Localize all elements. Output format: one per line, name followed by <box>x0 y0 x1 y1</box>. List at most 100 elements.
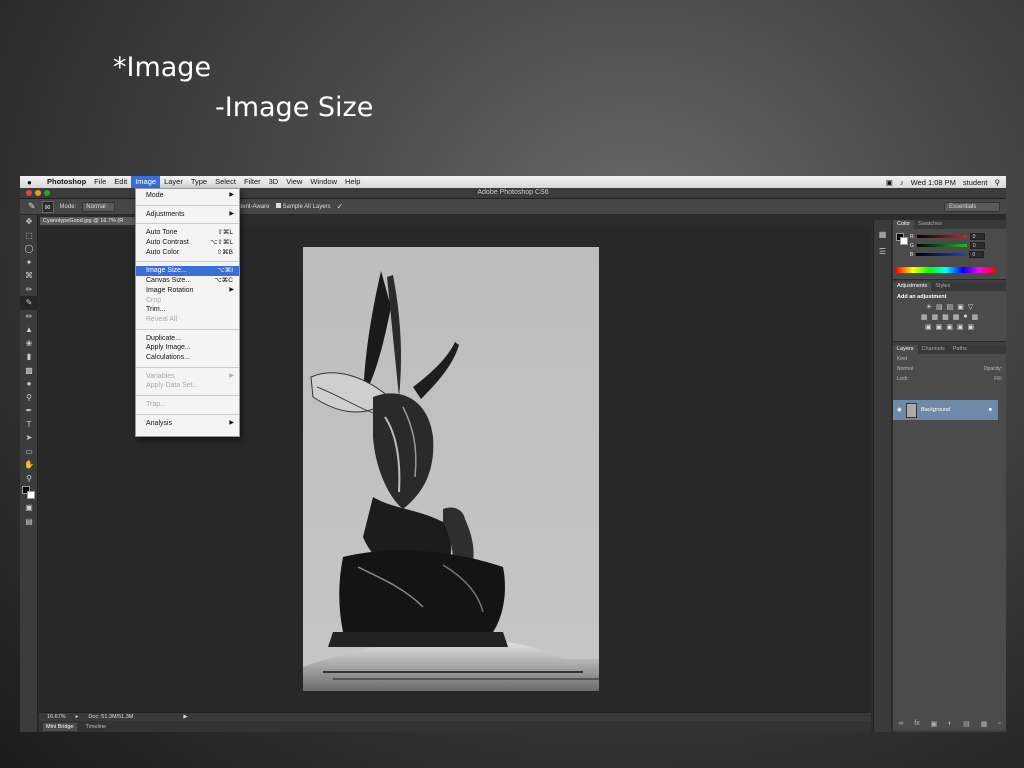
menu-select[interactable]: Select <box>211 176 240 188</box>
history-brush-tool-icon[interactable]: ❀ <box>20 337 38 351</box>
tab-adjustments[interactable]: Adjustments <box>893 282 932 291</box>
hand-tool-icon[interactable]: ✋ <box>20 458 38 472</box>
volume-icon[interactable]: ♪ <box>900 178 904 187</box>
marquee-tool-icon[interactable]: ⬚ <box>20 229 38 243</box>
apple-icon[interactable]: ● <box>27 178 39 187</box>
invert-icon[interactable]: ▣ <box>925 323 932 331</box>
move-tool-icon[interactable]: ✥ <box>20 215 38 229</box>
quick-mask-icon[interactable]: ▣ <box>20 501 38 515</box>
screen-mode-icon[interactable]: ▤ <box>20 515 38 529</box>
menu-item-image-size[interactable]: Image Size... ⌥⌘I <box>136 266 239 277</box>
share-icon[interactable]: ▸ <box>76 714 79 720</box>
statue-photo[interactable] <box>303 247 599 691</box>
menu-item-mode[interactable]: Mode ▶ <box>136 191 239 201</box>
curves-icon[interactable]: ▤ <box>947 303 954 311</box>
menu-item-duplicate[interactable]: Duplicate... <box>136 334 239 344</box>
tab-color[interactable]: Color <box>893 220 915 229</box>
channel-bar[interactable] <box>916 244 967 247</box>
menu-photoshop[interactable]: Photoshop <box>43 176 90 188</box>
eye-visibility-icon[interactable]: ◉ <box>897 407 902 413</box>
new-adjustment-icon[interactable]: ◐ <box>948 720 952 728</box>
slider-red[interactable]: R0 <box>893 232 1006 241</box>
workspace-select[interactable]: Essentials <box>944 202 1000 212</box>
zoom-level[interactable]: 16.67% <box>47 714 66 720</box>
threshold-icon[interactable]: ▣ <box>946 323 953 331</box>
menu-item-adjustments[interactable]: Adjustments ▶ <box>136 210 239 220</box>
channel-mixer-icon[interactable]: ▦ <box>972 313 979 321</box>
black-white-icon[interactable]: ▦ <box>953 313 960 321</box>
menu-layer[interactable]: Layer <box>160 176 187 188</box>
menu-3d[interactable]: 3D <box>265 176 283 188</box>
mode-select[interactable]: Normal <box>82 201 115 212</box>
menu-image[interactable]: Image <box>131 176 161 188</box>
menu-item-auto-contrast[interactable]: Auto Contrast ⌥⇧⌘L <box>136 238 239 248</box>
spotlight-search-icon[interactable]: ⚲ <box>995 178 1001 187</box>
channel-bar[interactable] <box>916 253 967 256</box>
spot-healing-brush-tool-icon[interactable]: ✎ <box>20 296 38 310</box>
tab-channels[interactable]: Channels <box>918 345 949 354</box>
color-balance-icon[interactable]: ▦ <box>942 313 949 321</box>
blend-mode-select[interactable]: Normal <box>897 366 913 372</box>
tab-paths[interactable]: Paths <box>949 345 971 354</box>
slider-blue[interactable]: B0 <box>893 250 1006 259</box>
menu-file[interactable]: File <box>90 176 110 188</box>
channel-value[interactable]: 0 <box>969 233 985 240</box>
brush-tool-icon[interactable]: ✏ <box>20 310 38 324</box>
background-color-chip[interactable] <box>900 237 908 245</box>
eyedropper-tool-icon[interactable]: ✏ <box>20 283 38 297</box>
tab-swatches[interactable]: Swatches <box>914 220 946 229</box>
slider-green[interactable]: G0 <box>893 241 1006 250</box>
fx-icon[interactable]: fx <box>914 720 919 728</box>
posterize-icon[interactable]: ▣ <box>936 323 943 331</box>
channel-value[interactable]: 0 <box>969 242 985 249</box>
menu-type[interactable]: Type <box>187 176 211 188</box>
clock[interactable]: Wed 1:08 PM <box>911 178 956 187</box>
trash-icon[interactable]: ▫ <box>998 720 1000 728</box>
eraser-tool-icon[interactable]: ▮ <box>20 350 38 364</box>
new-group-icon[interactable]: ▤ <box>963 720 970 728</box>
properties-panel-icon[interactable]: ☰ <box>879 247 886 256</box>
menu-item-calculations[interactable]: Calculations... <box>136 353 239 363</box>
display-icon[interactable]: ▣ <box>886 178 893 187</box>
photo-filter-icon[interactable]: ● <box>963 313 967 321</box>
pressure-size-icon[interactable]: ✓ <box>337 202 344 211</box>
blur-tool-icon[interactable]: ● <box>20 377 38 391</box>
gradient-tool-icon[interactable]: ▩ <box>20 364 38 378</box>
sample-all-layers-option[interactable]: Sample All Layers <box>275 203 331 210</box>
menu-item-canvas-size[interactable]: Canvas Size... ⌥⌘C <box>136 276 239 286</box>
user-name[interactable]: student <box>963 178 988 187</box>
type-tool-icon[interactable]: T <box>20 418 38 432</box>
menu-item-apply-image[interactable]: Apply Image... <box>136 343 239 353</box>
history-panel-icon[interactable]: ▦ <box>879 230 887 239</box>
lookup-icon[interactable]: ▣ <box>967 323 974 331</box>
background-color-swatch[interactable] <box>27 491 35 499</box>
document-tab[interactable]: CyanotypeGood.jpg @ 16.7% (R <box>39 216 139 226</box>
link-layers-icon[interactable]: ∞ <box>898 720 903 728</box>
channel-value[interactable]: 0 <box>969 251 985 258</box>
rectangle-tool-icon[interactable]: ▭ <box>20 445 38 459</box>
new-layer-icon[interactable]: ▦ <box>981 720 988 728</box>
levels-icon[interactable]: ▤ <box>936 303 943 311</box>
crop-tool-icon[interactable]: ⌘ <box>20 269 38 283</box>
dodge-tool-icon[interactable]: ⚲ <box>20 391 38 405</box>
lasso-tool-icon[interactable]: ◯ <box>20 242 38 256</box>
menu-edit[interactable]: Edit <box>110 176 131 188</box>
pen-tool-icon[interactable]: ✒ <box>20 404 38 418</box>
gradient-map-icon[interactable]: ▽ <box>968 303 973 311</box>
tab-layers[interactable]: Layers <box>893 345 918 354</box>
menu-help[interactable]: Help <box>341 176 364 188</box>
clone-stamp-tool-icon[interactable]: ▲ <box>20 323 38 337</box>
menu-item-analysis[interactable]: Analysis ▶ <box>136 419 239 429</box>
add-mask-icon[interactable]: ▣ <box>931 720 938 728</box>
menu-window[interactable]: Window <box>306 176 341 188</box>
layer-filter-kind[interactable]: Kind <box>893 354 1006 364</box>
spot-healing-brush-icon[interactable]: ✎ <box>28 201 36 212</box>
status-menu-arrow-icon[interactable]: ▶ <box>183 714 187 720</box>
menu-item-trim[interactable]: Trim... <box>136 305 239 315</box>
quick-selection-tool-icon[interactable]: ✦ <box>20 256 38 270</box>
selective-color-icon[interactable]: ▣ <box>957 323 964 331</box>
vibrance-icon[interactable]: ▦ <box>921 313 928 321</box>
hue-saturation-icon[interactable]: ▦ <box>931 313 938 321</box>
menu-item-auto-color[interactable]: Auto Color ⇧⌘B <box>136 248 239 258</box>
brightness-icon[interactable]: ☀ <box>926 303 932 311</box>
